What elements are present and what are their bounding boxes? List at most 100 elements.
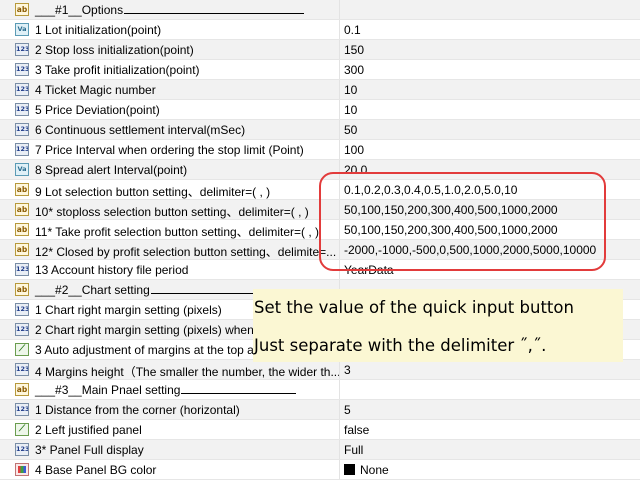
parameter-value-cell[interactable]: 3 bbox=[344, 363, 351, 377]
parameter-value-cell[interactable]: 50 bbox=[344, 123, 357, 137]
parameter-label: 5 Price Deviation(point) bbox=[35, 103, 160, 117]
parameter-row[interactable]: ab 10* stoploss selection button setting、… bbox=[0, 200, 640, 220]
parameter-row[interactable]: 4 Base Panel BG color None bbox=[0, 460, 640, 480]
color-swatch bbox=[344, 464, 355, 475]
parameter-label: 2 Stop loss initialization(point) bbox=[35, 43, 194, 57]
parameter-label: 3 Auto adjustment of margins at the top … bbox=[35, 343, 254, 357]
parameter-name-cell: Va 1 Lot initialization(point) bbox=[0, 20, 340, 39]
parameter-name-cell: Va 8 Spread alert Interval(point) bbox=[0, 160, 340, 179]
parameter-row[interactable]: Va 1 Lot initialization(point) 0.1 bbox=[0, 20, 640, 40]
parameter-value-cell[interactable]: 300 bbox=[344, 63, 364, 77]
parameter-label: 4 Margins height（The smaller the number,… bbox=[35, 365, 340, 379]
parameter-row[interactable]: 123 1 Distance from the corner (horizonta… bbox=[0, 400, 640, 420]
parameter-row[interactable]: 123 4 Ticket Magic number 10 bbox=[0, 80, 640, 100]
parameter-label: 11* Take profit selection button setting… bbox=[35, 225, 320, 239]
text-icon: ab bbox=[15, 223, 29, 236]
section-separator-line bbox=[124, 3, 304, 14]
parameter-value-cell[interactable]: -2000,-1000,-500,0,500,1000,2000,5000,10… bbox=[344, 243, 596, 257]
parameter-label: 2 Chart right margin setting (pixels) wh… bbox=[35, 323, 254, 337]
parameter-name-cell: 123 7 Price Interval when ordering the st… bbox=[0, 140, 340, 159]
parameter-row[interactable]: 123 13 Account history file period YearDat… bbox=[0, 260, 640, 280]
parameter-label: 1 Chart right margin setting (pixels) bbox=[35, 303, 222, 317]
parameter-value-cell[interactable]: 10 bbox=[344, 83, 357, 97]
parameter-value-cell[interactable]: 5 bbox=[344, 403, 351, 417]
parameter-name-cell: 123 2 Stop loss initialization(point) bbox=[0, 40, 340, 59]
parameter-value-cell[interactable]: 20.0 bbox=[344, 163, 367, 177]
section-separator-line bbox=[181, 383, 296, 394]
integer-icon: 123 bbox=[15, 123, 29, 136]
parameter-value-cell[interactable]: 50,100,150,200,300,400,500,1000,2000 bbox=[344, 223, 558, 237]
text-icon: ab bbox=[15, 283, 29, 296]
parameter-row[interactable]: 123 5 Price Deviation(point) 10 bbox=[0, 100, 640, 120]
parameter-value-cell[interactable]: YearData bbox=[344, 263, 394, 277]
parameter-name-cell: 123 3* Panel Full display bbox=[0, 440, 340, 459]
parameter-row[interactable]: ab 12* Closed by profit selection button … bbox=[0, 240, 640, 260]
parameter-row[interactable]: 123 3 Take profit initialization(point) 30… bbox=[0, 60, 640, 80]
parameter-row[interactable]: 123 3* Panel Full display Full bbox=[0, 440, 640, 460]
integer-icon: 123 bbox=[15, 63, 29, 76]
parameter-name-cell: 123 5 Price Deviation(point) bbox=[0, 100, 340, 119]
parameter-row[interactable]: ab 9 Lot selection button setting、delimit… bbox=[0, 180, 640, 200]
parameter-name-cell: ab 10* stoploss selection button setting、… bbox=[0, 200, 340, 219]
parameter-label: 2 Left justified panel bbox=[35, 423, 142, 437]
parameter-value-cell[interactable]: 150 bbox=[344, 43, 364, 57]
parameter-label: ___#1__Options bbox=[35, 3, 124, 17]
integer-icon: 123 bbox=[15, 103, 29, 116]
parameter-row[interactable]: Va 8 Spread alert Interval(point) 20.0 bbox=[0, 160, 640, 180]
parameter-name-cell: 123 4 Ticket Magic number bbox=[0, 80, 340, 99]
integer-icon: 123 bbox=[15, 323, 29, 336]
parameter-label: 9 Lot selection button setting、delimiter… bbox=[35, 185, 271, 199]
parameter-row[interactable]: 123 2 Stop loss initialization(point) 150 bbox=[0, 40, 640, 60]
parameter-row[interactable]: ab ___#1__Options bbox=[0, 0, 640, 20]
integer-icon: 123 bbox=[15, 143, 29, 156]
integer-icon: 123 bbox=[15, 43, 29, 56]
parameter-label: 8 Spread alert Interval(point) bbox=[35, 163, 188, 177]
parameter-name-cell: 123 13 Account history file period bbox=[0, 260, 340, 279]
parameter-name-cell: 123 3 Take profit initialization(point) bbox=[0, 60, 340, 79]
parameter-label: 4 Base Panel BG color bbox=[35, 463, 157, 477]
parameter-value-cell[interactable]: None bbox=[344, 463, 389, 477]
text-icon: ab bbox=[15, 243, 29, 256]
parameter-label: 13 Account history file period bbox=[35, 263, 189, 277]
text-icon: ab bbox=[15, 383, 29, 396]
parameter-row[interactable]: ab 11* Take profit selection button setti… bbox=[0, 220, 640, 240]
parameter-label: 10* stoploss selection button setting、de… bbox=[35, 205, 309, 219]
callout-line-1: Set the value of the quick input button bbox=[254, 298, 574, 317]
parameter-label: 1 Lot initialization(point) bbox=[35, 23, 162, 37]
integer-icon: 123 bbox=[15, 83, 29, 96]
parameter-row[interactable]: ⟋ 2 Left justified panel false bbox=[0, 420, 640, 440]
callout-line-2: Just separate with the delimiter ˝,˝. bbox=[254, 336, 547, 355]
chart-icon: ⟋ bbox=[15, 343, 29, 356]
color-icon bbox=[15, 463, 29, 476]
parameter-label: 3* Panel Full display bbox=[35, 443, 144, 457]
parameter-name-cell: 123 6 Continuous settlement interval(mSec… bbox=[0, 120, 340, 139]
parameter-value-cell[interactable]: false bbox=[344, 423, 369, 437]
parameter-label: ___#2__Chart setting bbox=[35, 283, 150, 297]
parameter-value-cell[interactable]: 0.1 bbox=[344, 23, 361, 37]
parameter-row[interactable]: ab ___#3__Main Pnael setting bbox=[0, 380, 640, 400]
parameter-value-cell[interactable]: 10 bbox=[344, 103, 357, 117]
double-value-icon: Va bbox=[15, 23, 29, 36]
integer-icon: 123 bbox=[15, 303, 29, 316]
parameter-name-cell: 4 Base Panel BG color bbox=[0, 460, 340, 479]
parameter-label: ___#3__Main Pnael setting bbox=[35, 383, 181, 397]
parameter-value-cell[interactable]: Full bbox=[344, 443, 363, 457]
parameter-name-cell: ab 11* Take profit selection button setti… bbox=[0, 220, 340, 239]
parameter-value-cell[interactable]: 50,100,150,200,300,400,500,1000,2000 bbox=[344, 203, 558, 217]
integer-icon: 123 bbox=[15, 443, 29, 456]
parameter-label: 7 Price Interval when ordering the stop … bbox=[35, 143, 304, 157]
parameter-value-cell[interactable]: 0.1,0.2,0.3,0.4,0.5,1.0,2.0,5.0,10 bbox=[344, 183, 517, 197]
parameter-row[interactable]: 123 6 Continuous settlement interval(mSec… bbox=[0, 120, 640, 140]
text-icon: ab bbox=[15, 183, 29, 196]
parameter-row[interactable]: 123 7 Price Interval when ordering the st… bbox=[0, 140, 640, 160]
parameter-label: 1 Distance from the corner (horizontal) bbox=[35, 403, 240, 417]
annotation-callout: Set the value of the quick input button … bbox=[253, 289, 623, 362]
chart-icon: ⟋ bbox=[15, 423, 29, 436]
parameter-label: 12* Closed by profit selection button se… bbox=[35, 245, 337, 259]
parameter-label: 3 Take profit initialization(point) bbox=[35, 63, 200, 77]
parameter-value-cell[interactable]: 100 bbox=[344, 143, 364, 157]
double-value-icon: Va bbox=[15, 163, 29, 176]
parameter-name-cell: ab 12* Closed by profit selection button … bbox=[0, 240, 340, 259]
text-icon: ab bbox=[15, 3, 29, 16]
parameter-label: 6 Continuous settlement interval(mSec) bbox=[35, 123, 246, 137]
